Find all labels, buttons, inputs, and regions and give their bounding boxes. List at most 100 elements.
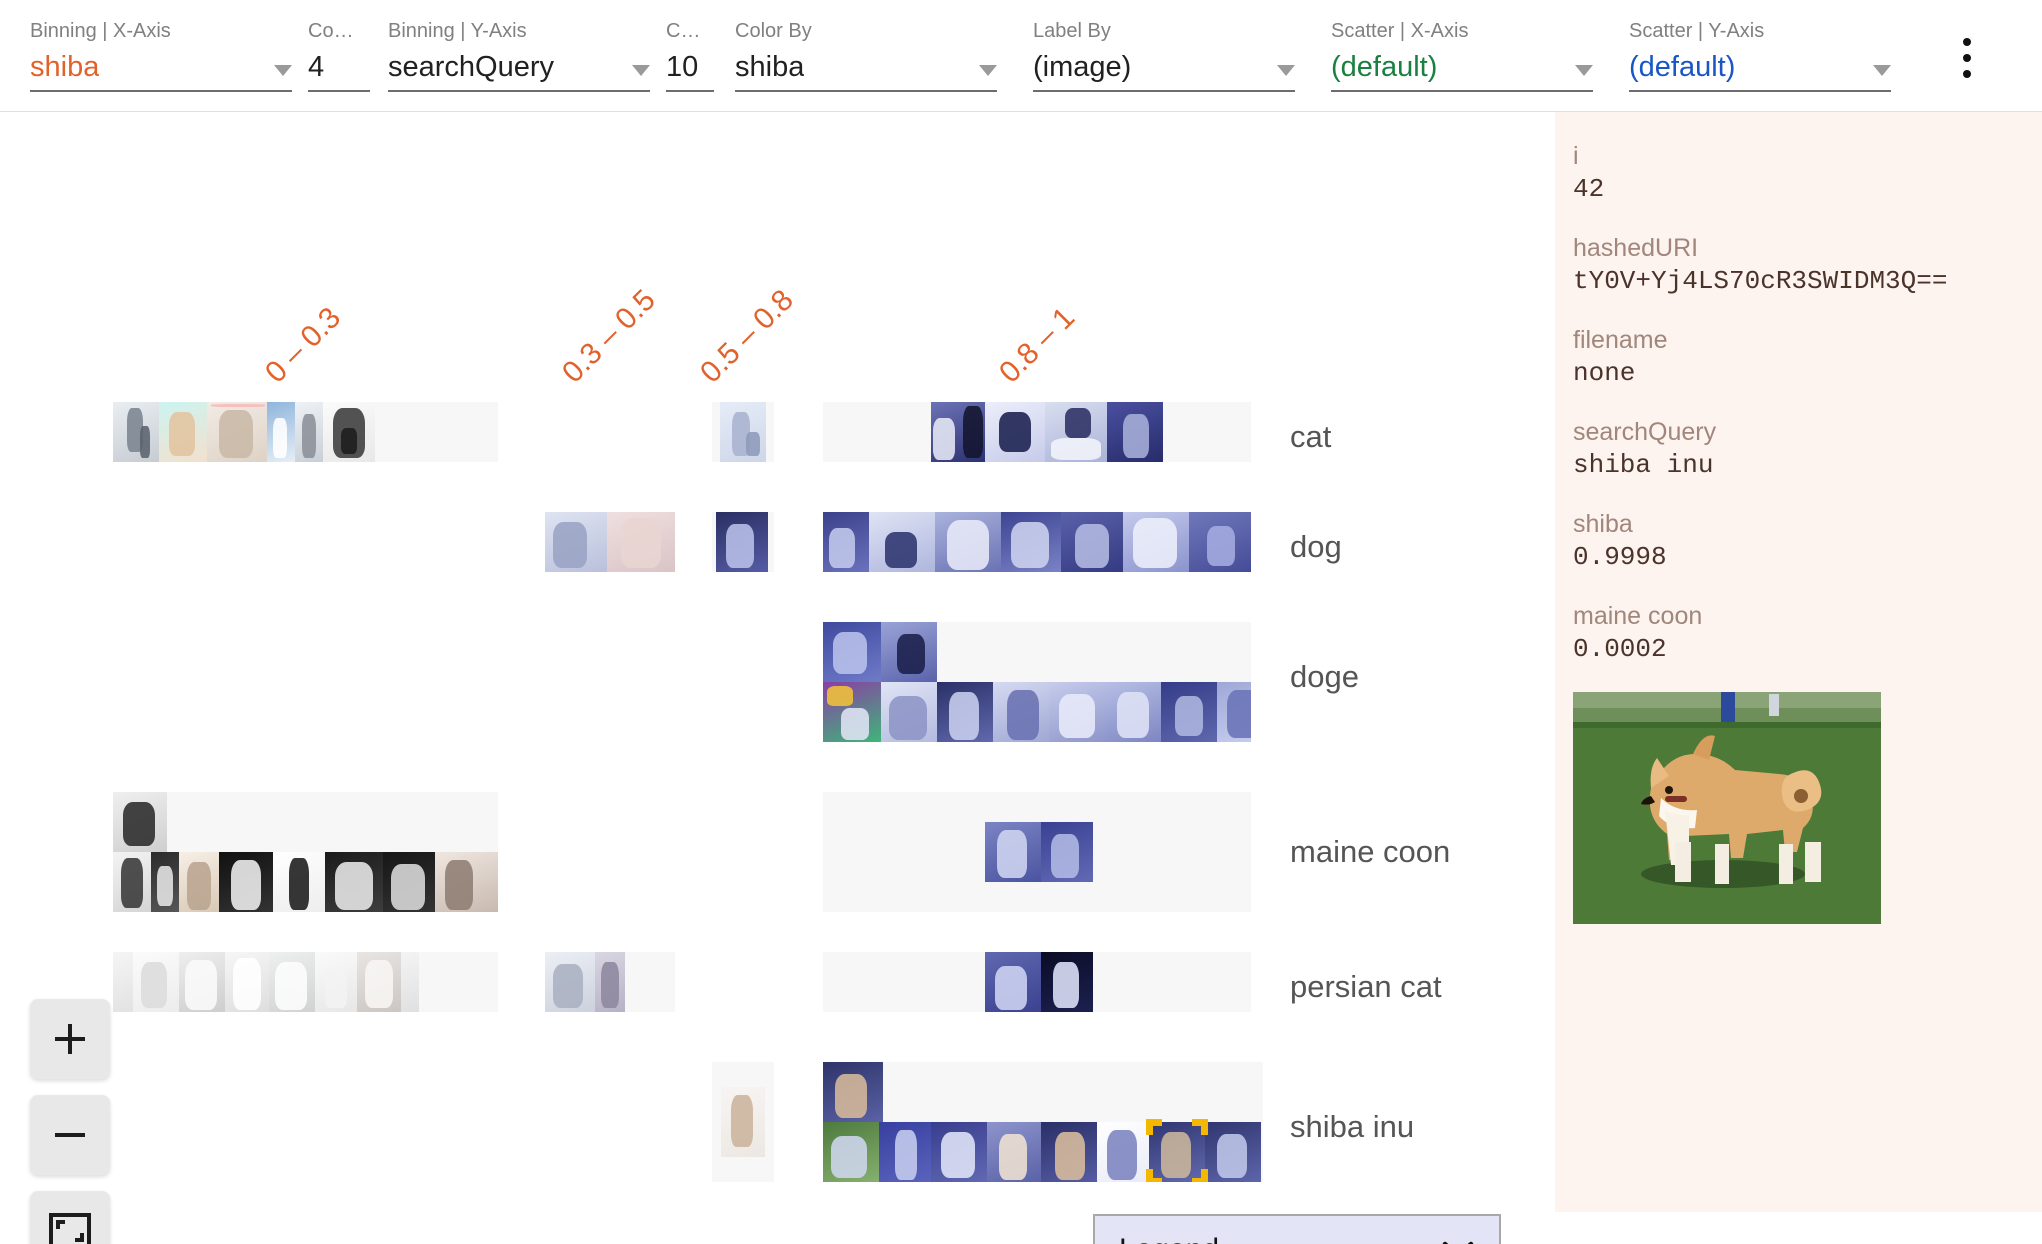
thumbnail[interactable] (1149, 1122, 1205, 1182)
grid-cell[interactable] (113, 402, 498, 462)
thumbnail[interactable] (151, 852, 179, 912)
thumbnail[interactable] (931, 1122, 987, 1182)
field-binning-y-axis[interactable]: Binning | Y-Axis searchQuery (388, 18, 650, 92)
field-scatter-x-axis[interactable]: Scatter | X-Axis (default) (1331, 18, 1593, 92)
grid-cell[interactable] (823, 792, 1251, 912)
thumbnail[interactable] (937, 682, 993, 742)
thumbnail[interactable] (987, 1122, 1041, 1182)
chevron-down-icon[interactable] (274, 65, 292, 76)
field-scatter-y-axis[interactable]: Scatter | Y-Axis (default) (1629, 18, 1891, 92)
chevron-down-icon[interactable] (979, 65, 997, 76)
thumbnail[interactable] (325, 852, 383, 912)
thumbnail[interactable] (295, 402, 323, 462)
thumbnail[interactable] (985, 402, 1045, 462)
thumbnail[interactable] (159, 402, 207, 462)
thumbnail[interactable] (985, 952, 1041, 1012)
thumbnail[interactable] (435, 852, 498, 912)
scatter-y-axis-control[interactable]: (default) (1629, 48, 1891, 92)
scatter-x-axis-control[interactable]: (default) (1331, 48, 1593, 92)
chevron-down-icon[interactable] (632, 65, 650, 76)
thumbnail[interactable] (823, 1062, 883, 1122)
thumbnail[interactable] (225, 952, 269, 1012)
thumbnail[interactable] (879, 1122, 931, 1182)
thumbnail[interactable] (401, 952, 419, 1012)
thumbnail[interactable] (720, 402, 766, 462)
grid-cell[interactable] (823, 622, 1251, 742)
grid-cell[interactable] (823, 952, 1251, 1012)
chevron-down-icon[interactable] (1873, 65, 1891, 76)
grid-cell[interactable] (545, 952, 675, 1012)
thumbnail[interactable] (267, 402, 295, 462)
thumbnail[interactable] (113, 792, 167, 852)
grid-cell[interactable] (712, 402, 774, 462)
field-binning-y-count[interactable]: C… 10 (666, 18, 714, 92)
thumbnail[interactable] (881, 622, 937, 682)
label-by-control[interactable]: (image) (1033, 48, 1295, 92)
thumbnail[interactable] (1107, 402, 1163, 462)
zoom-out-button[interactable] (30, 1095, 110, 1175)
thumbnail[interactable] (1097, 1122, 1149, 1182)
field-color-by[interactable]: Color By shiba (735, 18, 997, 92)
thumbnail[interactable] (219, 852, 273, 912)
thumbnail[interactable] (595, 952, 625, 1012)
thumbnail[interactable] (721, 1087, 765, 1157)
grid-cell[interactable] (712, 512, 774, 572)
chevron-down-icon[interactable] (1277, 65, 1295, 76)
thumbnail[interactable] (935, 512, 1001, 572)
plot-area[interactable]: 0 – 0.3 0.3 – 0.5 0.5 – 0.8 0.8 – 1 cat dog d… (0, 112, 1555, 1244)
thumbnail[interactable] (1105, 682, 1161, 742)
thumbnail[interactable] (716, 512, 768, 572)
thumbnail[interactable] (269, 952, 315, 1012)
thumbnail[interactable] (1045, 402, 1107, 462)
grid-cell[interactable] (712, 1062, 774, 1182)
thumbnail[interactable] (881, 682, 937, 742)
zoom-in-button[interactable] (30, 999, 110, 1079)
thumbnail[interactable] (931, 402, 985, 462)
legend-dropdown[interactable]: Legend (1093, 1214, 1501, 1244)
thumbnail[interactable] (607, 512, 675, 572)
thumbnail[interactable] (545, 952, 595, 1012)
thumbnail[interactable] (1041, 1122, 1097, 1182)
thumbnail[interactable] (823, 1122, 879, 1182)
thumbnail[interactable] (179, 852, 219, 912)
thumbnail[interactable] (1001, 512, 1061, 572)
binning-x-count-control[interactable]: 4 (308, 48, 370, 92)
thumbnail[interactable] (1123, 512, 1189, 572)
thumbnail[interactable] (113, 952, 133, 1012)
thumbnail[interactable] (985, 822, 1041, 882)
thumbnail[interactable] (207, 402, 267, 462)
thumbnail[interactable] (993, 682, 1049, 742)
thumbnail[interactable] (179, 952, 225, 1012)
thumbnail[interactable] (273, 852, 325, 912)
thumbnail[interactable] (383, 852, 435, 912)
color-by-control[interactable]: shiba (735, 48, 997, 92)
thumbnail[interactable] (323, 402, 375, 462)
thumbnail[interactable] (545, 512, 607, 572)
thumbnail[interactable] (315, 952, 357, 1012)
thumbnail[interactable] (869, 512, 935, 572)
grid-cell[interactable] (113, 952, 498, 1012)
grid-cell[interactable] (823, 402, 1251, 462)
binning-x-axis-control[interactable]: shiba (30, 48, 292, 92)
field-binning-x-count[interactable]: Co… 4 (308, 18, 370, 92)
thumbnail[interactable] (1161, 682, 1217, 742)
thumbnail[interactable] (1041, 952, 1093, 1012)
thumbnail[interactable] (1189, 512, 1251, 572)
thumbnail[interactable] (357, 952, 401, 1012)
thumbnail[interactable] (1041, 822, 1093, 882)
fit-to-screen-button[interactable] (30, 1191, 110, 1244)
grid-cell[interactable] (823, 512, 1251, 572)
thumbnail[interactable] (823, 682, 881, 742)
field-label-by[interactable]: Label By (image) (1033, 18, 1295, 92)
chevron-down-icon[interactable] (1575, 65, 1593, 76)
thumbnail[interactable] (1061, 512, 1123, 572)
kebab-menu-icon[interactable] (1952, 38, 1982, 78)
thumbnail[interactable] (133, 952, 179, 1012)
thumbnail[interactable] (1217, 682, 1251, 742)
thumbnail[interactable] (823, 622, 881, 682)
grid-cell[interactable] (823, 1062, 1263, 1182)
grid-cell[interactable] (545, 512, 675, 572)
thumbnail[interactable] (823, 512, 869, 572)
grid-cell[interactable] (113, 792, 498, 912)
thumbnail[interactable] (113, 402, 159, 462)
